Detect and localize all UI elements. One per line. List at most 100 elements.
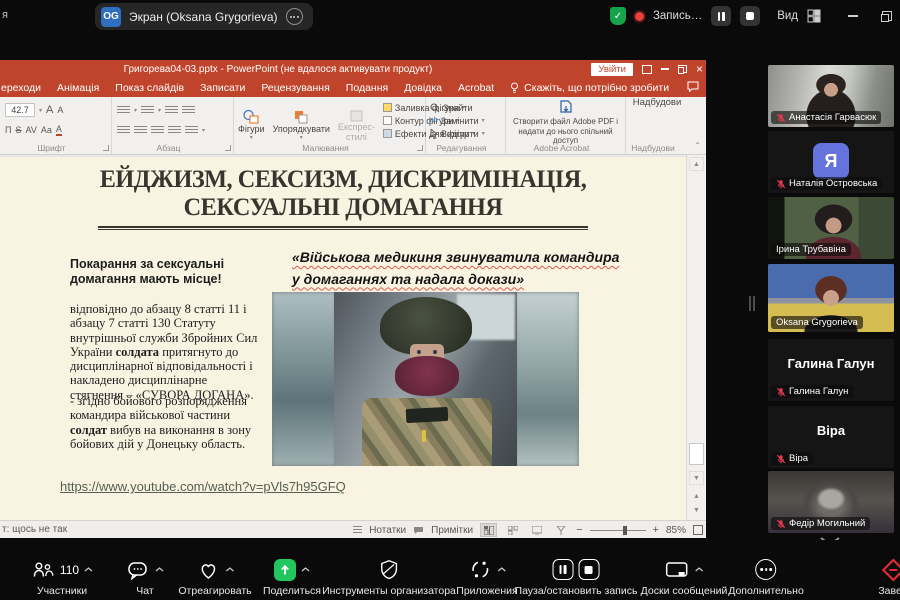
host-tools-button[interactable]: Инструменты организатора — [322, 557, 456, 597]
ppt-close-icon[interactable]: × — [696, 63, 703, 75]
slide-scrollbar[interactable]: ▲ ▼ ▲ ▼ — [686, 155, 706, 520]
shapes-icon — [242, 109, 260, 125]
stop-recording-button[interactable] — [740, 6, 760, 26]
view-menu[interactable]: Вид — [777, 10, 798, 22]
pause-stop-recording-button[interactable]: Пауза/остановить запись — [515, 557, 638, 597]
tab-review[interactable]: Рецензування — [253, 82, 337, 94]
participant-tile[interactable]: Анастасія Гарвасюк — [768, 65, 894, 127]
scroll-up-icon[interactable]: ▲ — [689, 157, 704, 171]
tab-animation[interactable]: Анімація — [49, 82, 107, 94]
tab-transitions-clipped[interactable]: ереходи — [0, 82, 49, 94]
slide-sorter-view-button[interactable] — [504, 523, 521, 537]
tab-view[interactable]: Подання — [338, 82, 396, 94]
ppt-minimize-icon[interactable] — [661, 68, 669, 70]
previous-slide-icon[interactable]: ▲ — [689, 489, 704, 503]
boards-button[interactable]: Доски сообщений — [641, 557, 728, 597]
chat-button[interactable]: Чат — [126, 557, 164, 597]
pause-recording-button[interactable] — [711, 6, 731, 26]
addins-button[interactable]: Надбудови — [626, 97, 688, 108]
bullet-list-icon[interactable] — [117, 106, 130, 115]
pause-recording-icon[interactable] — [552, 559, 573, 580]
stop-recording-icon[interactable] — [578, 559, 599, 580]
dialog-launcher-icon[interactable] — [417, 145, 423, 151]
more-button[interactable]: Дополнительно — [728, 557, 804, 597]
scroll-down-icon[interactable]: ▼ — [689, 471, 704, 485]
notes-icon[interactable] — [353, 526, 362, 534]
tell-me-box[interactable]: Скажіть, що потрібно зробити — [510, 82, 669, 94]
react-button[interactable]: Отреагировать — [178, 557, 251, 597]
indent-icon[interactable] — [165, 106, 178, 115]
chevron-up-icon[interactable] — [695, 567, 704, 572]
tab-acrobat[interactable]: Acrobat — [450, 82, 502, 94]
create-pdf-button[interactable]: Створити файл Adobe PDF і надати до ньог… — [506, 117, 625, 146]
comment-bubble-icon[interactable] — [687, 81, 699, 92]
zoom-slider-thumb[interactable] — [623, 526, 627, 535]
chevron-up-icon[interactable] — [497, 567, 506, 572]
screen-share-pill[interactable]: OG Экран (Oksana Grygorieva) — [95, 3, 313, 30]
tab-slideshow[interactable]: Показ слайдів — [107, 82, 192, 94]
columns-icon[interactable] — [185, 126, 198, 135]
align-left-icon[interactable] — [117, 126, 130, 135]
share-button[interactable]: Поделиться — [263, 557, 321, 597]
sign-in-button[interactable]: Увійти — [591, 63, 633, 76]
participant-tile[interactable]: Галина Галун Галина Галун — [768, 339, 894, 401]
zoom-slider[interactable] — [590, 530, 646, 531]
ribbon-display-options-icon[interactable] — [642, 65, 652, 74]
security-shield-icon[interactable]: ✓ — [610, 7, 626, 25]
numbered-list-icon[interactable] — [141, 106, 154, 115]
layout-grid-icon[interactable] — [807, 9, 821, 23]
participant-tile-active-speaker[interactable]: Oksana Grygorieva — [768, 264, 894, 332]
zoom-level[interactable]: 85% — [666, 525, 686, 536]
pi-icon[interactable]: Π — [5, 125, 12, 135]
chevron-up-icon[interactable] — [225, 567, 234, 572]
justify-icon[interactable] — [168, 126, 181, 135]
collapse-ribbon-icon[interactable]: ⌃ — [694, 141, 701, 150]
align-center-icon[interactable] — [134, 126, 147, 135]
tab-record[interactable]: Записати — [192, 82, 253, 94]
zoom-in-icon[interactable]: + — [653, 524, 659, 536]
find-button[interactable]: Знайти — [426, 101, 505, 114]
restore-window-icon[interactable] — [881, 11, 892, 22]
scrollbar-thumb[interactable] — [689, 443, 704, 465]
zoom-out-icon[interactable]: − — [576, 524, 582, 536]
youtube-link[interactable]: https://www.youtube.com/watch?v=pVls7h95… — [60, 479, 346, 494]
normal-view-button[interactable] — [480, 523, 497, 537]
end-call-button[interactable]: Завер — [878, 557, 900, 597]
reading-view-button[interactable] — [528, 523, 545, 537]
next-slide-icon[interactable]: ▼ — [689, 503, 704, 517]
fit-slide-icon[interactable] — [693, 525, 703, 535]
apps-button[interactable]: Приложения — [456, 557, 517, 597]
chevron-up-icon[interactable] — [301, 567, 310, 572]
participants-button[interactable]: 110 Участники — [31, 557, 93, 597]
replace-button[interactable]: ab Замінити▾ — [426, 114, 505, 127]
slideshow-view-button[interactable] — [552, 523, 569, 537]
chevron-up-icon[interactable] — [155, 567, 164, 572]
strikethrough-icon[interactable]: S — [16, 125, 22, 135]
shrink-font-icon[interactable]: A — [57, 105, 63, 115]
font-size-input[interactable]: 42.7 — [5, 103, 35, 117]
comments-button[interactable]: Примітки — [431, 525, 473, 536]
comments-icon[interactable] — [413, 526, 424, 535]
notes-button[interactable]: Нотатки — [369, 525, 406, 536]
participant-tile[interactable]: Я Наталія Островська — [768, 131, 894, 193]
font-color-icon[interactable]: A — [56, 124, 62, 136]
dialog-launcher-icon[interactable] — [225, 145, 231, 151]
char-spacing-icon[interactable]: AV — [26, 125, 37, 135]
line-spacing-icon[interactable] — [182, 106, 195, 115]
ppt-restore-icon[interactable] — [678, 65, 687, 74]
ellipsis-icon[interactable] — [286, 8, 303, 25]
change-case-icon[interactable]: Aa — [41, 125, 52, 135]
participant-tile[interactable]: Ірина Трубавіна — [768, 197, 894, 259]
align-right-icon[interactable] — [151, 126, 164, 135]
chevron-up-icon[interactable] — [84, 567, 93, 572]
select-button[interactable]: Виділити▾ — [426, 127, 505, 140]
ribbon-group-paragraph: ▾ ▾ ▾ Абзац — [112, 97, 234, 154]
participant-tile[interactable]: Федір Могильний — [768, 471, 894, 533]
participant-tile[interactable]: Віра Віра — [768, 406, 894, 468]
adobe-pdf-icon[interactable] — [558, 100, 574, 115]
tab-help[interactable]: Довідка — [396, 82, 450, 94]
minimize-icon[interactable] — [848, 15, 858, 17]
dialog-launcher-icon[interactable] — [103, 145, 109, 151]
panel-splitter-handle[interactable] — [749, 296, 755, 311]
grow-font-icon[interactable]: A — [46, 104, 53, 116]
